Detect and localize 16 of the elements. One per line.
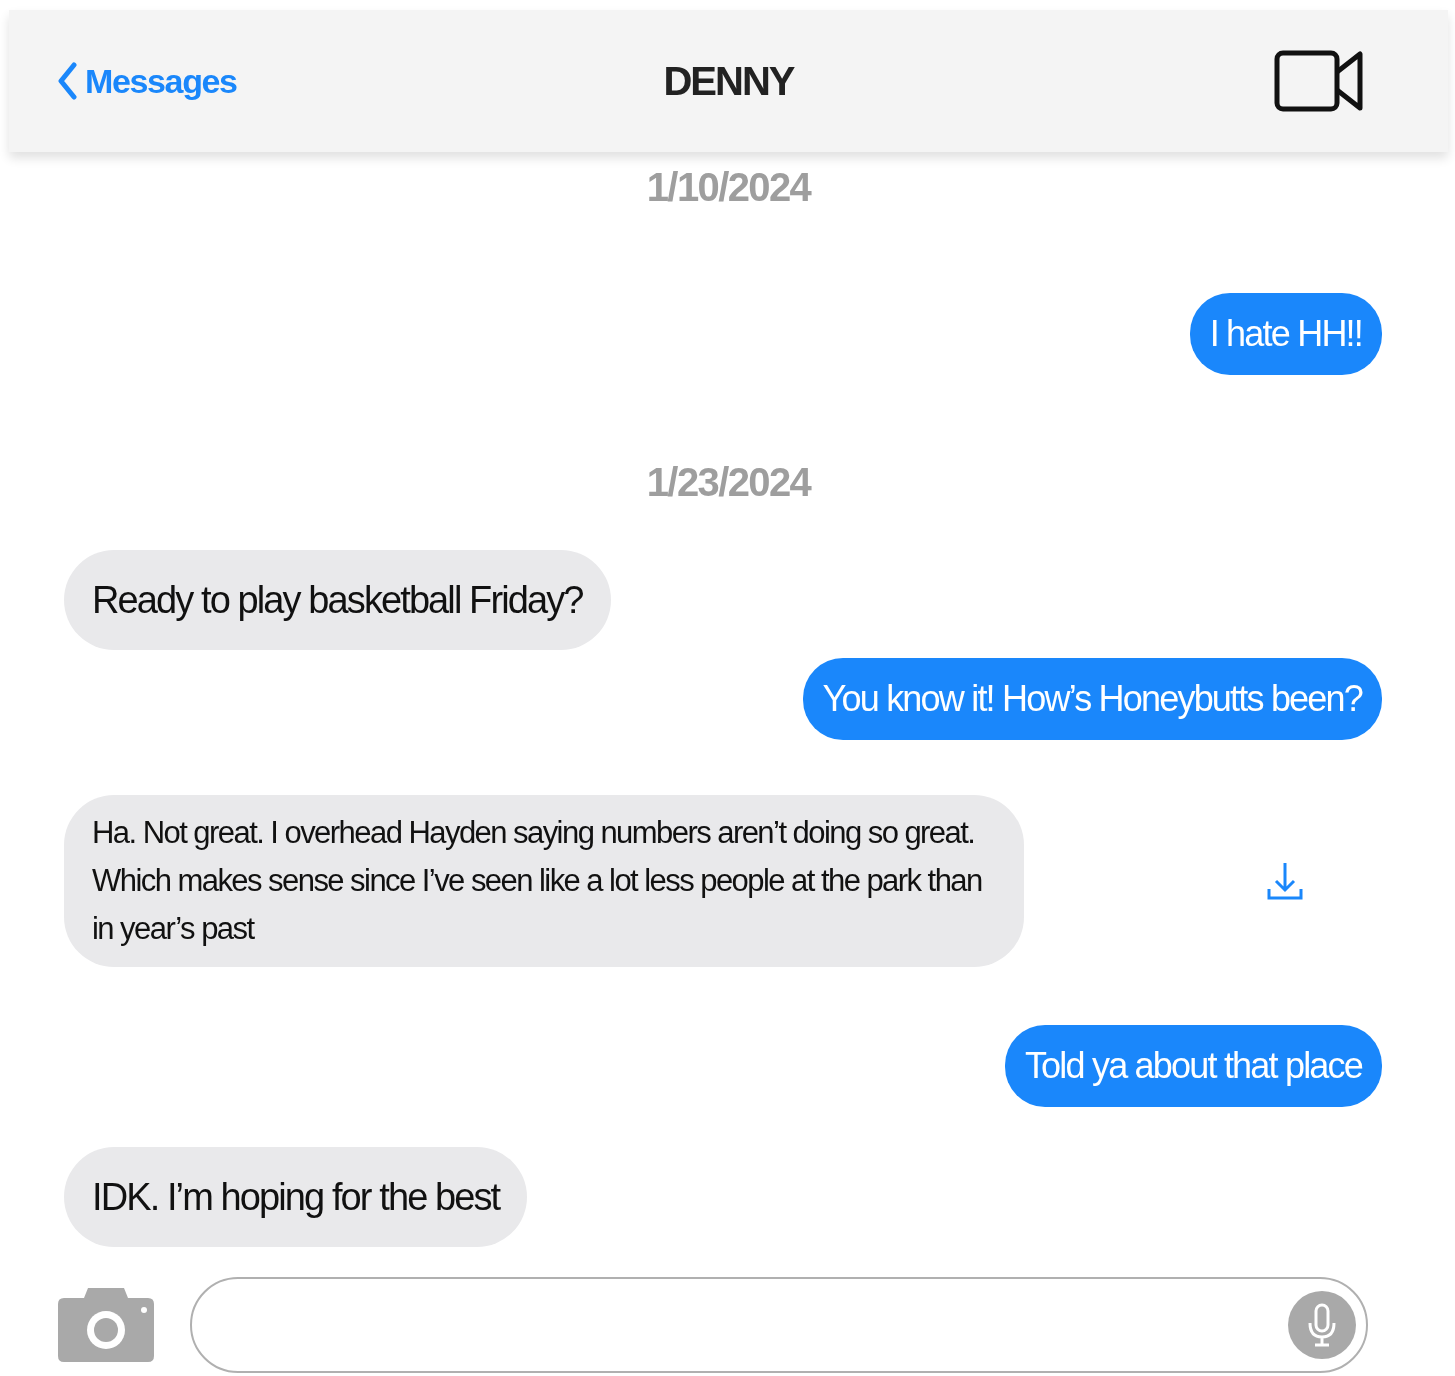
video-camera-icon[interactable] — [1274, 50, 1364, 112]
contact-name: DENNY — [663, 58, 794, 105]
received-message-bubble: Ready to play basketball Friday? — [64, 550, 611, 650]
received-message-bubble: Ha. Not great. I overhead Hayden saying numbers aren’t doing so great. Which makes sense since I’ve seen like a lot less people at the park than in year’s past — [64, 795, 1024, 967]
sent-message-bubble: You know it! How’s Honeybutts been? — [802, 658, 1382, 740]
date-label: 1/23/2024 — [646, 459, 811, 505]
message-input-field[interactable] — [190, 1277, 1368, 1373]
back-button[interactable]: Messages — [57, 55, 237, 107]
microphone-icon[interactable] — [1288, 1291, 1356, 1359]
chevron-left-icon — [57, 62, 77, 100]
received-message-bubble: IDK. I’m hoping for the best — [64, 1147, 528, 1247]
sent-message-bubble: Told ya about that place — [1004, 1025, 1382, 1107]
date-label: 1/10/2024 — [646, 164, 811, 210]
sent-message-bubble: I hate HH!! — [1189, 293, 1382, 375]
download-icon[interactable] — [1266, 861, 1304, 901]
camera-icon[interactable] — [58, 1288, 154, 1362]
